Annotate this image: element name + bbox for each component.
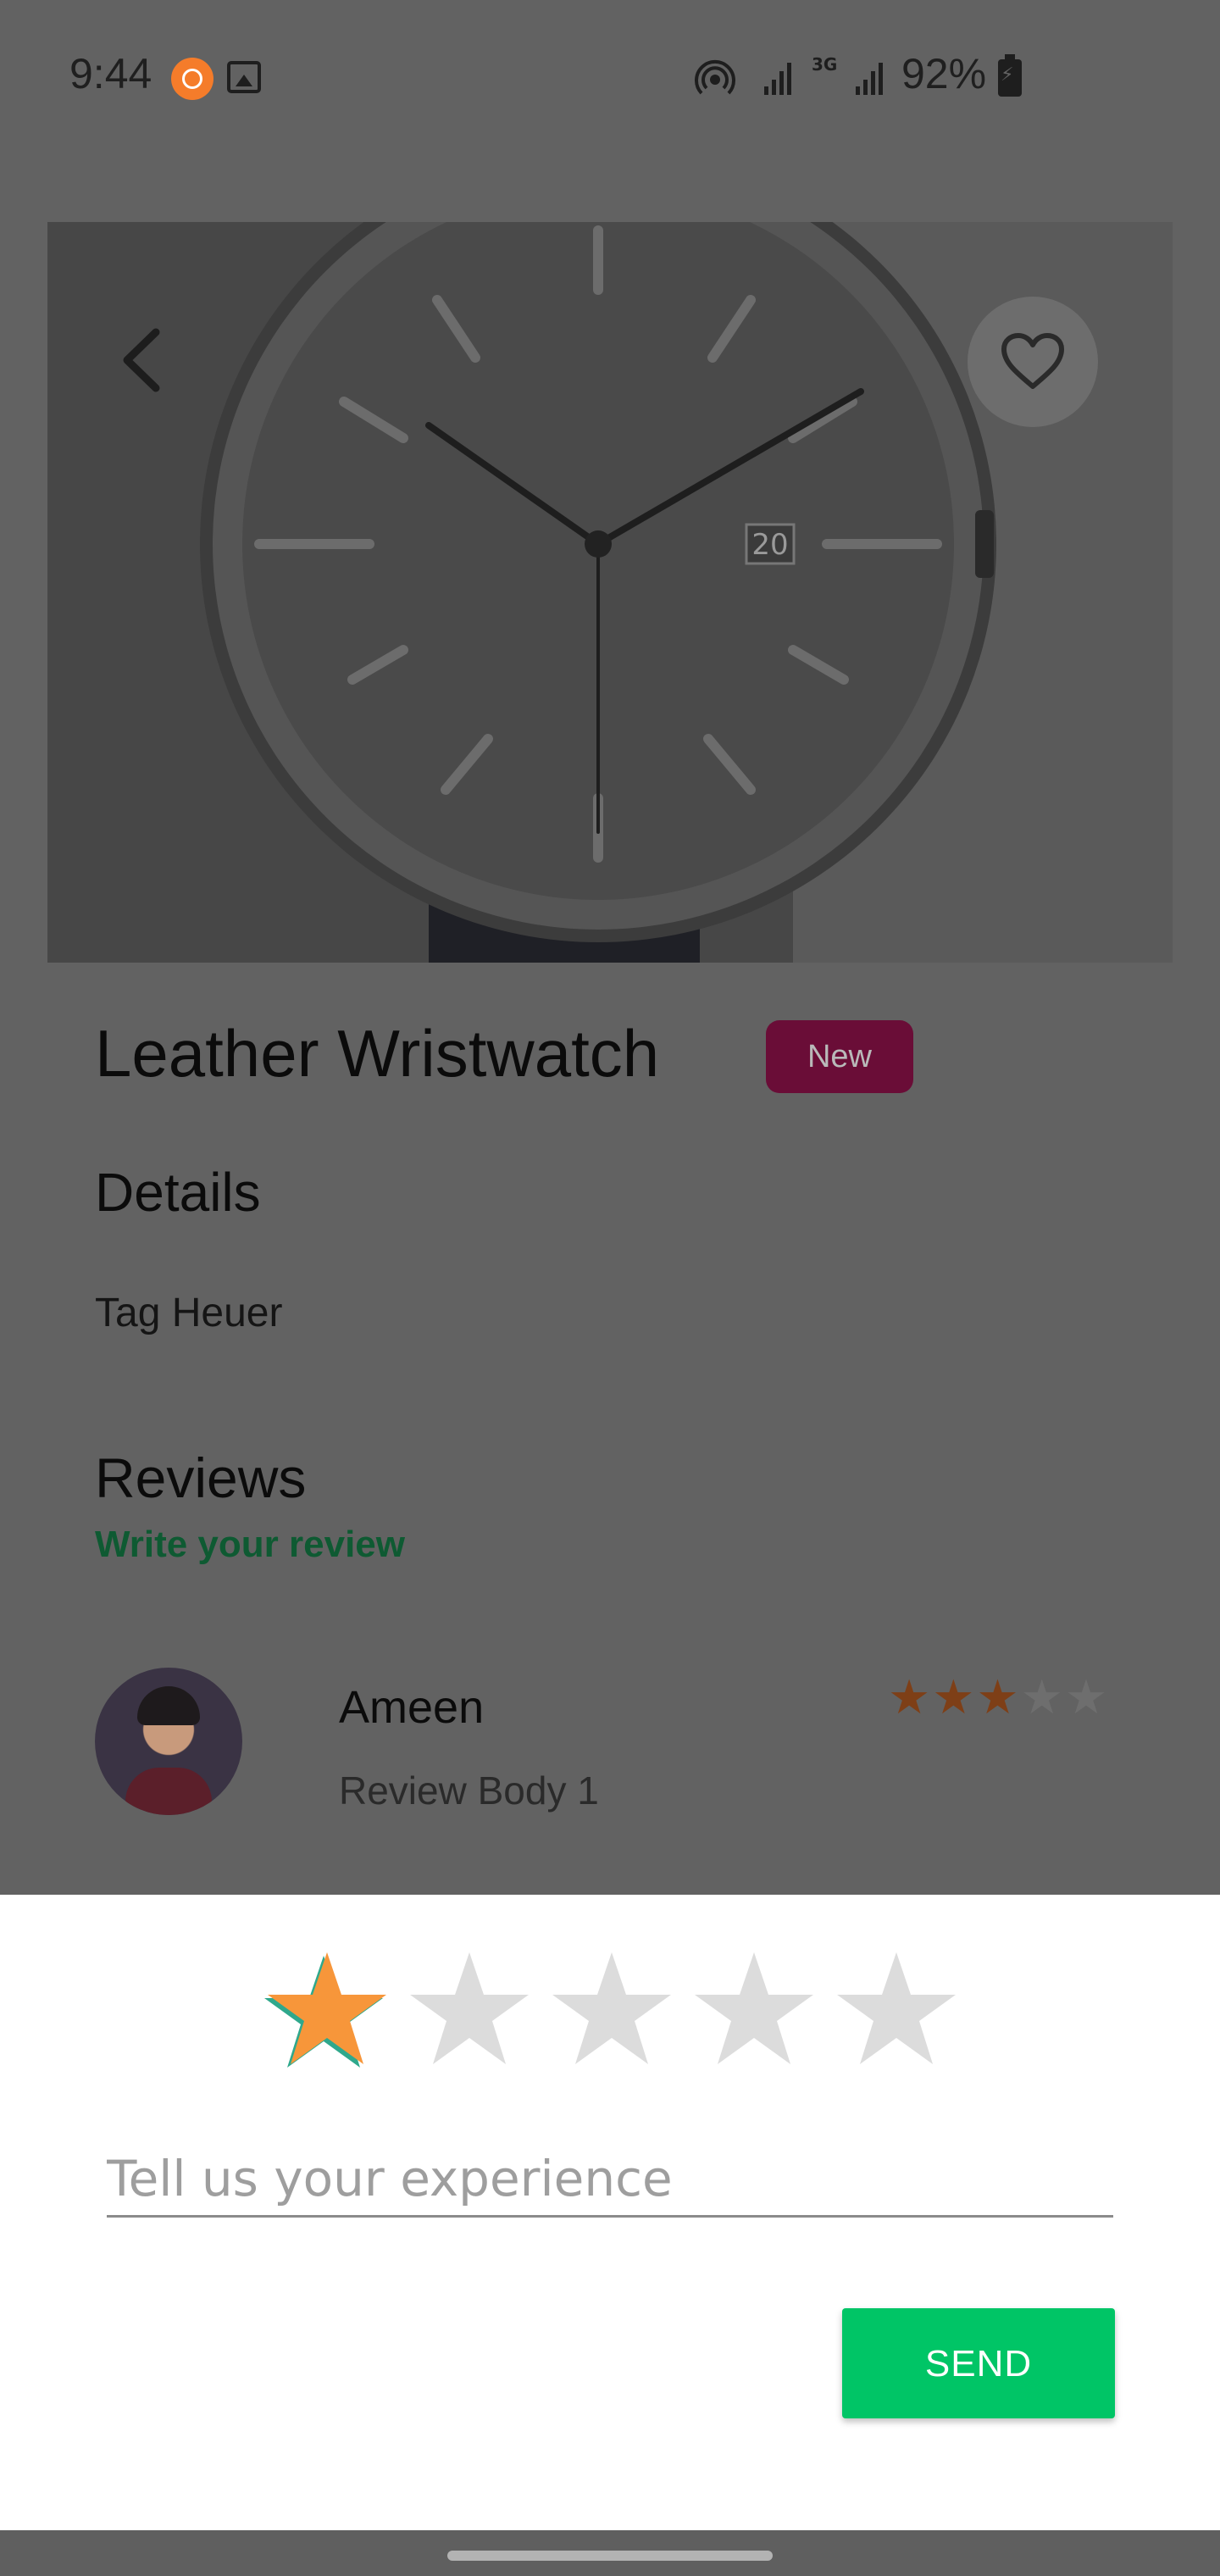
review-star-icon: ★ bbox=[888, 1670, 933, 1725]
status-time: 9:44 bbox=[69, 50, 152, 97]
battery-percent: 92% bbox=[901, 50, 987, 97]
write-review-link[interactable]: Write your review bbox=[95, 1524, 405, 1566]
heart-icon bbox=[1001, 333, 1064, 389]
send-button[interactable]: SEND bbox=[842, 2308, 1115, 2418]
hotspot-icon bbox=[695, 59, 735, 95]
experience-input[interactable] bbox=[107, 2142, 1113, 2218]
review-rating: ★★★★★ bbox=[888, 1674, 1109, 1722]
reviewer-name: Ameen bbox=[339, 1682, 485, 1733]
review-star-icon: ★ bbox=[976, 1670, 1021, 1725]
details-body: Tag Heuer bbox=[95, 1291, 283, 1335]
details-heading: Details bbox=[95, 1162, 261, 1223]
gallery-icon bbox=[227, 61, 261, 93]
review-star-icon: ★ bbox=[932, 1670, 977, 1725]
new-badge: New bbox=[766, 1020, 913, 1093]
product-title: Leather Wristwatch bbox=[95, 1016, 660, 1091]
review-star-icon: ★ bbox=[1064, 1670, 1110, 1725]
rating-input[interactable] bbox=[263, 1947, 966, 2076]
rating-star-icon-3[interactable] bbox=[547, 1947, 676, 2076]
mi-notification-icon bbox=[171, 58, 214, 100]
favorite-button[interactable] bbox=[968, 297, 1098, 427]
network-type-label: 3G bbox=[812, 54, 838, 75]
rating-star-icon-5[interactable] bbox=[832, 1947, 961, 2076]
back-arrow-icon[interactable] bbox=[115, 324, 166, 397]
signal-icon bbox=[764, 63, 791, 95]
rating-star-icon-1[interactable] bbox=[263, 1947, 391, 2076]
status-bar: 9:44 3G 92% bbox=[0, 0, 1220, 156]
rating-star-icon-2[interactable] bbox=[405, 1947, 534, 2076]
svg-text:20: 20 bbox=[751, 528, 788, 562]
review-star-icon: ★ bbox=[1020, 1670, 1065, 1725]
home-indicator[interactable] bbox=[447, 2551, 773, 2561]
battery-charging-icon bbox=[998, 54, 1022, 97]
review-body: Review Body 1 bbox=[339, 1768, 599, 1813]
reviews-heading: Reviews bbox=[95, 1446, 307, 1509]
signal-icon-2 bbox=[856, 63, 883, 95]
rating-star-icon-4[interactable] bbox=[690, 1947, 818, 2076]
avatar bbox=[95, 1668, 242, 1815]
